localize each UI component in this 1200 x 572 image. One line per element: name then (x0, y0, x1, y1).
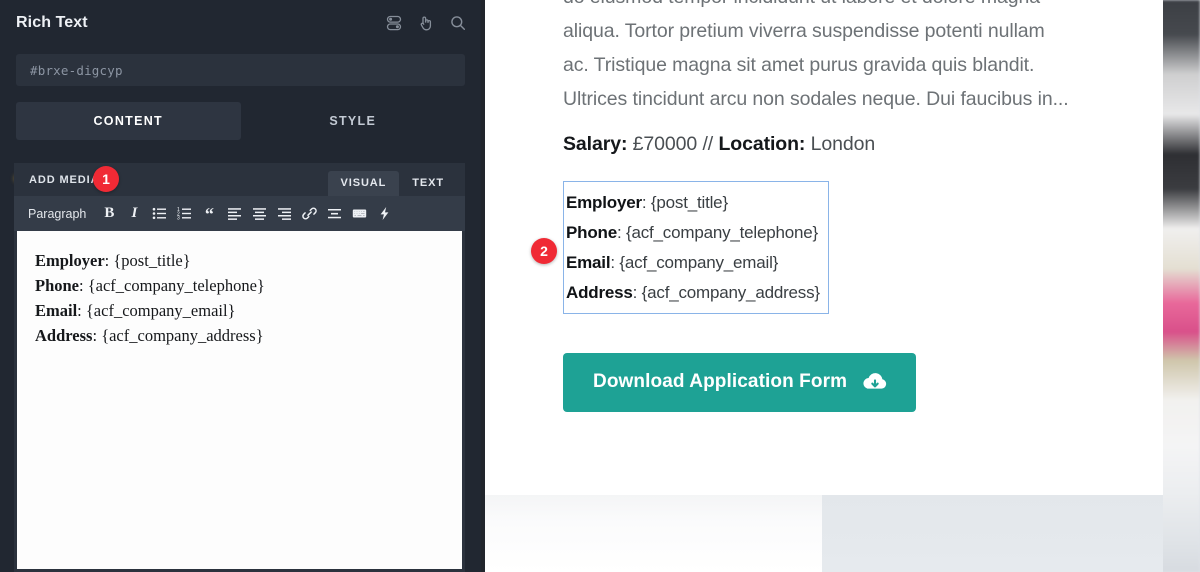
paragraph-line: Ultrices tincidunt arcu non sodales nequ… (563, 88, 1069, 110)
salary-label: Salary: (563, 133, 628, 155)
rich-text-editor: ADD MEDIA VISUAL TEXT Paragraph B I 1 2 … (14, 163, 465, 572)
panel-tabs: CONTENT STYLE (16, 102, 465, 140)
editor-line-value: {acf_company_address} (101, 326, 264, 346)
tab-text[interactable]: TEXT (399, 171, 457, 196)
numbered-list-icon[interactable]: 1 2 3 (172, 202, 196, 226)
align-right-icon[interactable] (272, 202, 296, 226)
editor-line: Address: {acf_company_address} (35, 326, 264, 346)
contact-row-label: Employer (566, 193, 642, 212)
editor-line-value: {acf_company_email} (85, 301, 236, 321)
editor-line-label: Address (35, 326, 93, 346)
editor-toolbar: Paragraph B I 1 2 3 “ (14, 196, 465, 231)
editor-content-area[interactable]: Employer: {post_title} Phone: {acf_compa… (17, 231, 462, 569)
editor-line-label: Employer (35, 251, 105, 270)
contact-row: Phone: {acf_company_telephone} (566, 223, 819, 242)
bold-icon[interactable]: B (97, 202, 121, 226)
keyboard-shortcuts-icon[interactable] (347, 202, 371, 226)
read-more-icon[interactable] (322, 202, 346, 226)
panel-header: Rich Text (0, 0, 481, 46)
salary-value: £70000 (632, 133, 698, 155)
builder-settings-panel: Rich Text #brxe-digcyp CONTENT STYLE ADD… (0, 0, 481, 572)
search-icon[interactable] (449, 14, 467, 32)
editor-line-label: Phone (35, 276, 80, 296)
blockquote-icon[interactable]: “ (197, 202, 221, 226)
align-left-icon[interactable] (222, 202, 246, 226)
download-application-form-button[interactable]: Download Application Form (563, 353, 917, 412)
paragraph-line: aliqua. Tortor pretium viverra suspendis… (563, 20, 1045, 42)
pointer-icon[interactable] (417, 14, 435, 32)
editor-line-value: {post_title} (113, 251, 191, 270)
location-value: London (810, 133, 876, 155)
link-icon[interactable] (297, 202, 321, 226)
contact-row-value: {post_title} (650, 193, 728, 212)
add-media-button[interactable]: ADD MEDIA (29, 174, 99, 186)
svg-text:3: 3 (177, 216, 180, 221)
tab-content[interactable]: CONTENT (16, 102, 241, 140)
editor-mode-tabs: VISUAL TEXT (327, 168, 457, 196)
tab-style[interactable]: STYLE (241, 102, 466, 140)
format-select[interactable]: Paragraph (28, 207, 86, 221)
tab-visual[interactable]: VISUAL (327, 171, 400, 196)
paragraph-line: do eiusmod tempor incididunt ut labore e… (563, 0, 1103, 14)
align-center-icon[interactable] (247, 202, 271, 226)
element-id-value: #brxe-digcyp (30, 62, 123, 78)
callout-badge-2: 2 (531, 238, 557, 264)
preview-left-edge (481, 0, 485, 572)
editor-line: Phone: {acf_company_telephone} (35, 276, 265, 296)
editor-line-value: {acf_company_telephone} (87, 276, 265, 296)
contact-row-label: Address (566, 283, 633, 302)
location-label: Location: (718, 133, 806, 155)
job-description-paragraph: do eiusmod tempor incididunt ut labore e… (563, 0, 1103, 116)
contact-row-label: Email (566, 253, 611, 272)
meta-separator: // (702, 133, 714, 155)
page-below-fold-panel (822, 495, 1163, 572)
page-title: Rich Text (16, 14, 88, 31)
editor-top-bar: ADD MEDIA VISUAL TEXT (14, 163, 465, 196)
preview-content-card: do eiusmod tempor incididunt ut labore e… (485, 0, 1163, 495)
editor-line: Email: {acf_company_email} (35, 301, 236, 321)
contact-row: Address: {acf_company_address} (566, 283, 820, 302)
salary-location-line: Salary: £70000 // Location: London (563, 133, 1103, 156)
bulleted-list-icon[interactable] (147, 202, 171, 226)
live-preview-canvas[interactable]: do eiusmod tempor incididunt ut labore e… (481, 0, 1200, 572)
editor-line-label: Email (35, 301, 78, 321)
callout-badge-1: 1 (93, 166, 119, 192)
preview-body: do eiusmod tempor incididunt ut labore e… (563, 0, 1103, 412)
download-button-label: Download Application Form (593, 371, 848, 392)
element-id-field[interactable]: #brxe-digcyp (16, 54, 465, 86)
italic-icon[interactable]: I (122, 202, 146, 226)
lightning-icon[interactable] (372, 202, 396, 226)
contact-row-label: Phone (566, 223, 617, 242)
contact-row: Employer: {post_title} (566, 193, 728, 212)
screen-root: Rich Text #brxe-digcyp CONTENT STYLE ADD… (0, 0, 1200, 572)
editor-line: Employer: {post_title} (35, 251, 191, 270)
paragraph-line: ac. Tristique magna sit amet purus gravi… (563, 54, 1035, 76)
contact-row-value: {acf_company_address} (641, 283, 820, 302)
preview-contact-box[interactable]: Employer: {post_title} Phone: {acf_compa… (563, 181, 829, 314)
contact-row-value: {acf_company_email} (619, 253, 779, 272)
toggles-icon[interactable] (385, 14, 403, 32)
contact-row-value: {acf_company_telephone} (626, 223, 819, 242)
contact-row: Email: {acf_company_email} (566, 253, 779, 272)
panel-header-icons (385, 14, 467, 32)
cloud-download-icon (862, 371, 888, 393)
